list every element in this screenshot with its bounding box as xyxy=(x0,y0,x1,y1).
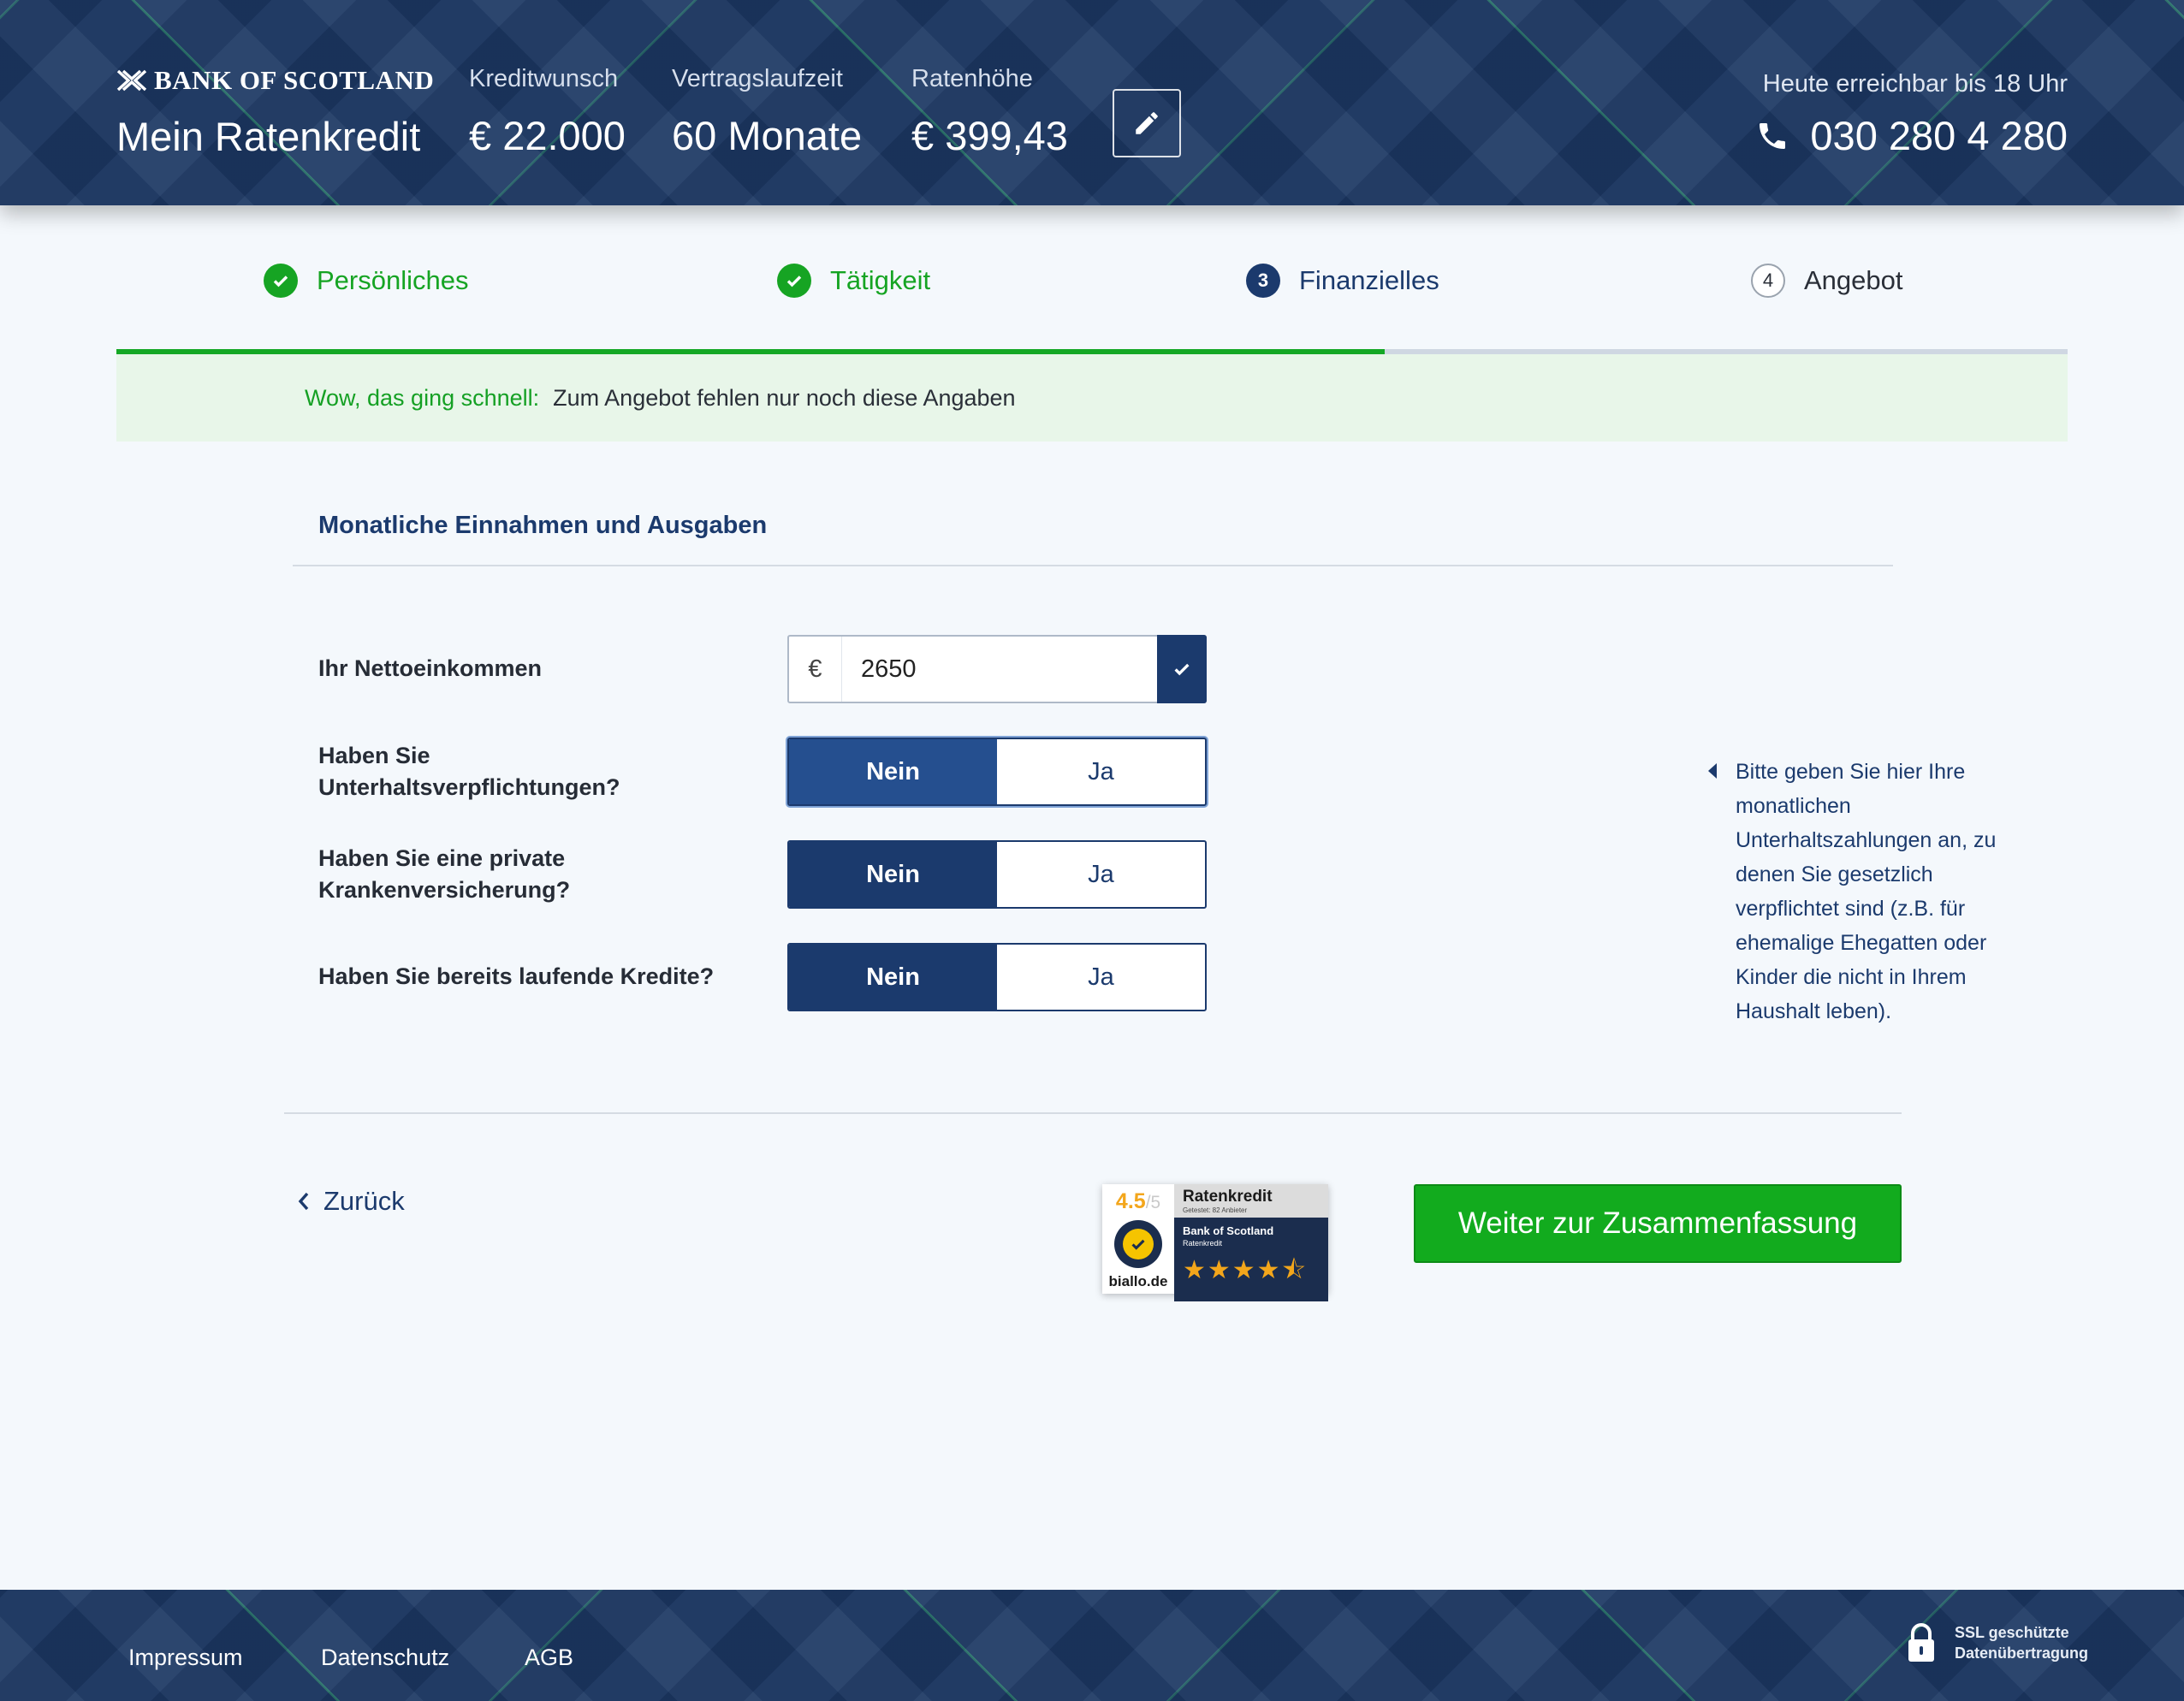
footer-link-terms[interactable]: AGB xyxy=(525,1645,573,1671)
footer-link-privacy[interactable]: Datenschutz xyxy=(321,1645,449,1671)
star-rating-icon: ★★★★⯪ xyxy=(1183,1256,1308,1284)
notice-highlight: Wow, das ging schnell: xyxy=(305,384,540,411)
product-title: Mein Ratenkredit xyxy=(116,114,421,159)
step-label: Persönliches xyxy=(317,265,469,295)
phone-icon xyxy=(1760,122,1786,149)
credits-toggle: Nein Ja xyxy=(787,943,1207,1011)
badge-right: Ratenkredit Getestet: 82 Anbieter Bank o… xyxy=(1174,1184,1328,1301)
logo-text: BANK OF SCOTLAND xyxy=(154,65,435,95)
edit-loan-button[interactable] xyxy=(1113,89,1181,157)
stat-label: Ratenhöhe xyxy=(911,65,1033,92)
chevron-left-icon xyxy=(298,1192,309,1211)
section-title: Monatliche Einnahmen und Ausgaben xyxy=(318,512,768,539)
ssl-line-1: SSL geschützte xyxy=(1954,1624,2069,1641)
credits-no-option[interactable]: Nein xyxy=(789,945,997,1010)
income-field[interactable]: € 2650 xyxy=(787,635,1207,703)
stat-label: Kreditwunsch xyxy=(469,65,619,92)
confirm-check-button[interactable] xyxy=(1157,635,1207,703)
step-label: Finanzielles xyxy=(1299,265,1439,295)
info-notice: Wow, das ging schnell: Zum Angebot fehle… xyxy=(116,354,2068,442)
insurance-toggle: Nein Ja xyxy=(787,840,1207,909)
notice-message: Zum Angebot fehlen nur noch diese Angabe… xyxy=(553,384,1016,411)
saltire-logo-icon xyxy=(116,69,147,92)
step-label: Tätigkeit xyxy=(830,265,931,295)
progress-steps: Persönliches Tätigkeit 3 Finanzielles 4 … xyxy=(116,257,2068,308)
stat-value: € 22.000 xyxy=(469,113,626,158)
income-input[interactable]: 2650 xyxy=(842,637,1157,702)
badge-subtitle: Getestet: 82 Anbieter xyxy=(1183,1206,1248,1214)
badge-bank: Bank of Scotland xyxy=(1183,1224,1274,1237)
page-header: BANK OF SCOTLAND Mein Ratenkredit Kredit… xyxy=(0,0,2184,205)
badge-title: Ratenkredit xyxy=(1183,1188,1273,1206)
question-label-insurance: Haben Sie eine private Krankenversicheru… xyxy=(318,845,571,903)
brand: BANK OF SCOTLAND Mein Ratenkredit xyxy=(116,65,434,160)
back-label: Zurück xyxy=(323,1186,405,1216)
bank-logo[interactable]: BANK OF SCOTLAND xyxy=(116,65,434,96)
contact-info: Heute erreichbar bis 18 Uhr 030 280 4 28… xyxy=(1755,70,2068,159)
insurance-yes-option[interactable]: Ja xyxy=(997,842,1205,907)
availability-text: Heute erreichbar bis 18 Uhr xyxy=(1762,70,2068,98)
stat-label: Vertragslaufzeit xyxy=(672,65,843,92)
maintenance-no-option[interactable]: Nein xyxy=(789,739,997,804)
step-offer: 4 Angebot xyxy=(1751,264,1903,298)
help-text: Bitte geben Sie hier Ihre monatlichen Un… xyxy=(1736,760,1997,1023)
page-footer: Impressum Datenschutz AGB SSL geschützte… xyxy=(0,1590,2184,1701)
divider xyxy=(293,565,1893,566)
maintenance-toggle: Nein Ja xyxy=(787,738,1207,806)
step-number: 4 xyxy=(1751,264,1785,298)
ssl-line-2: Datenübertragung xyxy=(1954,1645,2088,1662)
income-label: Ihr Nettoeinkommen xyxy=(318,655,543,681)
credits-yes-option[interactable]: Ja xyxy=(997,945,1205,1010)
step-personal[interactable]: Persönliches xyxy=(264,264,468,298)
badge-site: biallo.de xyxy=(1108,1273,1168,1289)
help-tooltip: Bitte geben Sie hier Ihre monatlichen Un… xyxy=(1708,755,2027,1028)
stat-rate: Ratenhöhe € 399,43 xyxy=(911,65,1068,159)
ssl-notice: SSL geschützte Datenübertragung xyxy=(1907,1622,2088,1663)
check-icon xyxy=(1174,663,1190,676)
badge-product: Ratenkredit xyxy=(1183,1239,1223,1248)
maintenance-yes-option[interactable]: Ja xyxy=(997,739,1205,804)
badge-score: 4.5/5 xyxy=(1115,1189,1161,1213)
step-financial: 3 Finanzielles xyxy=(1246,264,1439,298)
badge-left: 4.5/5 biallo.de xyxy=(1102,1184,1174,1294)
lock-icon xyxy=(1908,1623,1934,1662)
divider xyxy=(284,1112,1902,1114)
insurance-no-option[interactable]: Nein xyxy=(789,842,997,907)
step-label: Angebot xyxy=(1804,265,1903,295)
phone-number: 030 280 4 280 xyxy=(1810,113,2068,158)
stat-duration: Vertragslaufzeit 60 Monate xyxy=(672,65,862,159)
stat-value: 60 Monate xyxy=(672,113,863,158)
phone-link[interactable]: 030 280 4 280 xyxy=(1755,112,2068,159)
seal-icon xyxy=(1114,1219,1162,1268)
currency-symbol: € xyxy=(789,637,842,702)
caret-left-icon xyxy=(1708,763,1717,779)
rating-badge[interactable]: 4.5/5 biallo.de Ratenkredit Getestet: 82… xyxy=(1102,1184,1328,1301)
pencil-icon xyxy=(1136,112,1158,134)
step-occupation[interactable]: Tätigkeit xyxy=(777,264,930,298)
back-link[interactable]: Zurück xyxy=(296,1186,405,1217)
continue-summary-button[interactable]: Weiter zur Zusammenfassung xyxy=(1414,1184,1902,1263)
question-label-maintenance: Haben Sie Unterhaltsverpflichtungen? xyxy=(318,743,620,800)
question-label-credits: Haben Sie bereits laufende Kredite? xyxy=(318,963,715,989)
check-circle-icon xyxy=(264,264,298,298)
footer-link-impressum[interactable]: Impressum xyxy=(128,1645,243,1671)
check-circle-icon xyxy=(777,264,811,298)
stat-value: € 399,43 xyxy=(911,113,1068,158)
step-number: 3 xyxy=(1246,264,1280,298)
stat-credit-amount: Kreditwunsch € 22.000 xyxy=(469,65,626,159)
